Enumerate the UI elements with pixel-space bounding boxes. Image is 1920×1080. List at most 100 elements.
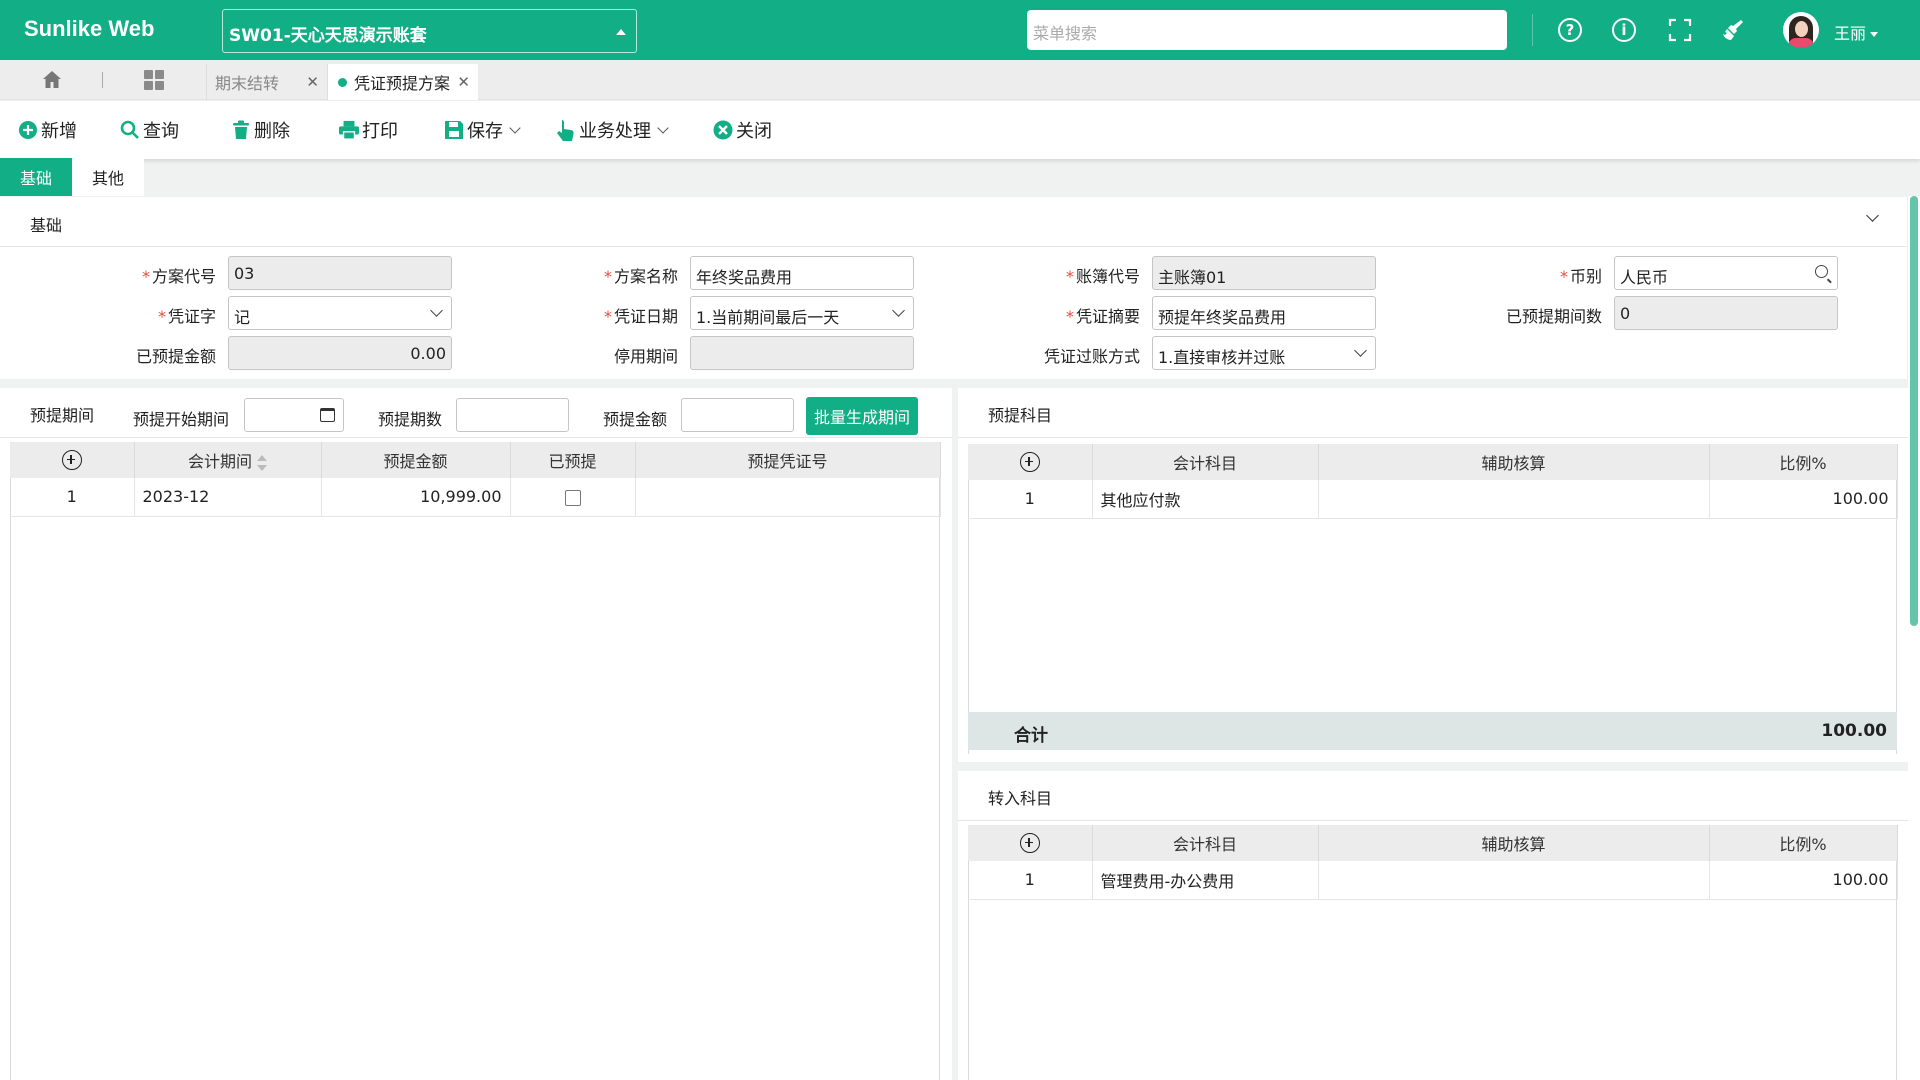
page-tab-bar: 期末结转 ✕ 凭证预提方案 ✕ [0, 60, 1920, 100]
add-row-header[interactable] [968, 825, 1093, 861]
home-icon[interactable] [40, 68, 64, 92]
plan-name-label: * 方案名称 [603, 267, 678, 286]
book-code-field[interactable]: 主账簿01 [1152, 256, 1376, 290]
subtab-other[interactable]: 其他 [72, 158, 144, 196]
add-circle-icon [18, 120, 38, 140]
menu-search-input[interactable]: 菜单搜索 [1027, 10, 1507, 50]
accrued-amount-label: 已预提金额 [135, 347, 216, 366]
accrual-periods-table: 会计期间 预提金额 已预提 预提凭证号 1 2023-12 10,999.00 [10, 442, 941, 517]
add-row-icon[interactable] [1019, 833, 1040, 854]
save-label: 保存 [467, 121, 503, 142]
plan-code-field[interactable]: 03 [228, 256, 452, 290]
chevron-down-icon[interactable] [509, 122, 521, 134]
start-period-input[interactable] [244, 398, 344, 432]
period-cell[interactable]: 2023-12 [134, 478, 322, 517]
chevron-down-icon [892, 304, 905, 317]
tabbar-divider [102, 72, 103, 88]
accrued-periods-field[interactable]: 0 [1614, 296, 1838, 330]
table-row[interactable]: 1 2023-12 10,999.00 [10, 478, 941, 517]
close-icon[interactable]: ✕ [457, 73, 470, 91]
print-button[interactable]: 打印 [339, 117, 398, 143]
scrollbar-thumb[interactable] [1910, 196, 1918, 626]
user-name: 王丽 [1834, 24, 1867, 43]
business-process-button[interactable]: 业务处理 [556, 117, 669, 143]
delete-label: 删除 [254, 121, 290, 142]
row-number: 1 [968, 861, 1093, 900]
ratio-cell[interactable]: 100.00 [1709, 861, 1898, 900]
plan-name-field[interactable]: 年终奖品费用 [690, 256, 914, 290]
amount-cell[interactable]: 10,999.00 [321, 478, 511, 517]
page-scrollbar[interactable] [1908, 196, 1920, 1080]
search-icon[interactable] [1815, 265, 1828, 278]
save-button[interactable]: 保存 [444, 117, 521, 143]
table-row[interactable]: 1 管理费用-办公费用 100.00 [968, 861, 1898, 900]
tab-label: 期末结转 [215, 74, 280, 93]
section-divider [0, 437, 952, 438]
clean-icon[interactable] [1719, 16, 1747, 44]
user-menu[interactable]: 王丽 [1834, 20, 1879, 44]
accrual-amount-label: 预提金额 [603, 410, 668, 429]
book-code-label: * 账簿代号 [1065, 267, 1140, 286]
tab-voucher-accrual-plan[interactable]: 凭证预提方案 ✕ [328, 64, 478, 100]
add-row-icon[interactable] [61, 450, 82, 471]
column-header: 辅助核算 [1318, 825, 1710, 861]
help-icon[interactable]: ? [1558, 18, 1582, 42]
add-row-icon[interactable] [1019, 452, 1040, 473]
sum-label: 合计 [1014, 726, 1048, 746]
chevron-down-icon[interactable] [1866, 209, 1879, 222]
fullscreen-icon[interactable] [1666, 16, 1694, 44]
voucher-date-select[interactable]: 1.当前期间最后一天 [690, 296, 914, 330]
avatar[interactable] [1783, 12, 1819, 48]
row-number: 1 [10, 478, 135, 517]
close-label: 关闭 [736, 121, 772, 142]
section-title: 预提期间 [30, 406, 95, 425]
aux-cell[interactable] [1318, 480, 1710, 519]
posting-method-select[interactable]: 1.直接审核并过账 [1152, 336, 1376, 370]
ratio-cell[interactable]: 100.00 [1709, 480, 1898, 519]
accrued-checkbox[interactable] [564, 489, 581, 506]
currency-value: 人民币 [1620, 268, 1669, 287]
app-header: Sunlike Web SW01-天心天思演示账套 菜单搜索 ? i 王丽 [0, 0, 1920, 60]
delete-button[interactable]: 删除 [231, 117, 290, 143]
info-icon[interactable]: i [1612, 18, 1636, 42]
currency-field[interactable]: 人民币 [1614, 256, 1838, 290]
save-icon [444, 120, 464, 140]
sort-icon[interactable] [257, 454, 267, 472]
add-row-header[interactable] [10, 442, 135, 478]
calendar-icon[interactable] [320, 408, 335, 422]
aux-cell[interactable] [1318, 861, 1710, 900]
voucher-no-cell[interactable] [635, 478, 941, 517]
query-label: 查询 [143, 121, 179, 142]
account-cell[interactable]: 管理费用-办公费用 [1092, 861, 1319, 900]
account-cell[interactable]: 其他应付款 [1092, 480, 1319, 519]
add-row-header[interactable] [968, 444, 1093, 480]
query-button[interactable]: 查询 [120, 117, 179, 143]
section-title: 预提科目 [988, 406, 1053, 425]
tab-period-end-transfer[interactable]: 期末结转 ✕ [206, 64, 328, 100]
table-row[interactable]: 1 其他应付款 100.00 [968, 480, 1898, 519]
period-count-input[interactable] [456, 398, 569, 432]
voucher-date-value: 1.当前期间最后一天 [696, 308, 840, 327]
active-dot-icon [338, 77, 347, 87]
new-button[interactable]: 新增 [18, 117, 77, 143]
accrued-amount-field[interactable]: 0.00 [228, 336, 452, 370]
accrual-amount-input[interactable] [681, 398, 794, 432]
business-label: 业务处理 [579, 121, 651, 142]
disabled-period-field[interactable] [690, 336, 914, 370]
period-count-label: 预提期数 [378, 410, 443, 429]
start-period-label: 预提开始期间 [133, 410, 230, 429]
voucher-word-select[interactable]: 记 [228, 296, 452, 330]
batch-generate-button[interactable]: 批量生成期间 [806, 397, 918, 435]
row-number: 1 [968, 480, 1093, 519]
account-set-select[interactable]: SW01-天心天思演示账套 [222, 9, 637, 53]
column-header: 比例% [1709, 825, 1898, 861]
voucher-summary-field[interactable]: 预提年终奖品费用 [1152, 296, 1376, 330]
column-header[interactable]: 会计期间 [134, 442, 322, 478]
close-icon[interactable]: ✕ [306, 73, 319, 91]
subtab-basic[interactable]: 基础 [0, 158, 72, 196]
posting-method-label: 凭证过账方式 [1043, 347, 1140, 366]
column-header: 辅助核算 [1318, 444, 1710, 480]
apps-grid-icon[interactable] [144, 70, 164, 90]
chevron-down-icon[interactable] [657, 122, 669, 134]
close-button[interactable]: 关闭 [713, 117, 772, 143]
